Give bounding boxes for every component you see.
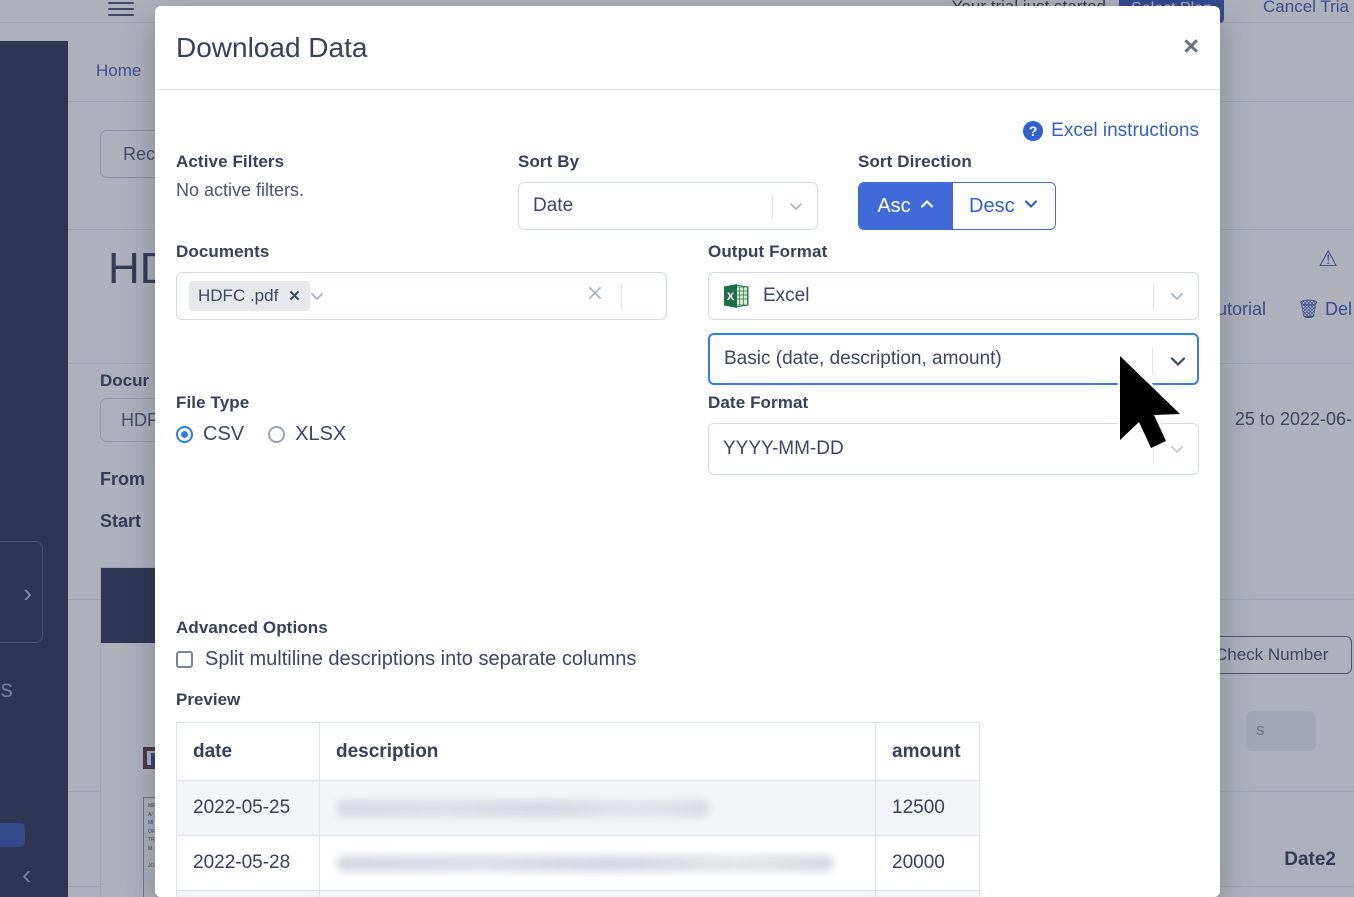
redacted-text: [336, 800, 710, 817]
cell-description: [320, 781, 876, 836]
sort-asc-button[interactable]: Asc: [859, 183, 953, 229]
column-header-amount: amount: [876, 723, 980, 781]
preview-table: date description amount 2022-05-25 12500: [176, 722, 980, 897]
documents-label: Documents: [176, 242, 667, 262]
cell-description: [320, 891, 876, 897]
active-filters-value: No active filters.: [176, 180, 496, 201]
documents-multiselect[interactable]: HDFC .pdf ✕: [176, 272, 667, 320]
document-chip-label: HDFC .pdf: [198, 286, 278, 306]
sort-desc-label: Desc: [969, 195, 1015, 218]
split-multiline-label: Split multiline descriptions into separa…: [205, 648, 636, 671]
cell-amount: 12500: [876, 781, 980, 836]
table-header-row: date description amount: [177, 723, 980, 781]
radio-csv[interactable]: [176, 426, 193, 443]
date-format-value: YYYY-MM-DD: [723, 438, 844, 460]
download-data-dialog: Download Data × ? Excel instructions Act…: [155, 6, 1220, 897]
split-multiline-checkbox[interactable]: [176, 651, 193, 668]
cell-amount: 20000: [876, 836, 980, 891]
svg-text:X: X: [727, 291, 735, 303]
active-filters-group: Active Filters No active filters.: [176, 152, 496, 201]
sort-by-label: Sort By: [518, 152, 818, 172]
remove-chip-icon[interactable]: ✕: [288, 287, 301, 305]
radio-csv-label: CSV: [203, 423, 244, 446]
sort-by-group: Sort By Date: [518, 152, 818, 230]
close-icon[interactable]: ×: [1183, 33, 1199, 60]
date-format-select[interactable]: YYYY-MM-DD: [708, 423, 1199, 475]
excel-instructions-label: Excel instructions: [1051, 120, 1199, 142]
chevron-up-icon: [919, 195, 935, 218]
sort-direction-group: Sort Direction Asc Desc: [858, 152, 1048, 230]
excel-instructions-link[interactable]: ? Excel instructions: [1023, 120, 1199, 142]
select-divider: [1153, 285, 1154, 309]
chevron-down-icon[interactable]: [310, 289, 324, 303]
select-divider: [621, 285, 622, 309]
split-multiline-row[interactable]: Split multiline descriptions into separa…: [176, 648, 1199, 671]
column-header-date: date: [177, 723, 320, 781]
sort-asc-label: Asc: [877, 195, 910, 218]
table-row: 2022-05-25 12500: [177, 781, 980, 836]
table-row: 2022-05-28 -50000: [177, 891, 980, 897]
table-row: 2022-05-28 20000: [177, 836, 980, 891]
output-template-value: Basic (date, description, amount): [724, 348, 1002, 370]
output-format-group: Output Format: [708, 242, 1199, 385]
cell-description: [320, 836, 876, 891]
column-header-description: description: [320, 723, 876, 781]
document-chip[interactable]: HDFC .pdf ✕: [189, 281, 310, 311]
output-template-select[interactable]: Basic (date, description, amount): [708, 333, 1199, 385]
chevron-down-icon[interactable]: [1170, 289, 1184, 303]
output-format-label: Output Format: [708, 242, 1199, 262]
sort-by-value: Date: [533, 195, 573, 217]
cell-amount: -50000: [876, 891, 980, 897]
chevron-down-icon: [1023, 195, 1039, 218]
chevron-down-icon[interactable]: [1169, 352, 1183, 366]
documents-group: Documents HDFC .pdf ✕: [176, 242, 667, 320]
clear-all-icon[interactable]: [586, 284, 604, 308]
preview-label: Preview: [176, 690, 1199, 710]
advanced-options-group: Advanced Options Split multiline descrip…: [176, 618, 1199, 671]
radio-xlsx[interactable]: [268, 426, 285, 443]
dialog-title: Download Data: [176, 32, 367, 64]
file-type-label: File Type: [176, 393, 576, 413]
cell-date: 2022-05-28: [177, 836, 320, 891]
file-type-radios: CSV XLSX: [176, 423, 576, 446]
chevron-down-icon[interactable]: [789, 199, 803, 213]
chevron-down-icon[interactable]: [1170, 442, 1184, 456]
output-format-select[interactable]: X Excel: [708, 272, 1199, 320]
active-filters-label: Active Filters: [176, 152, 496, 172]
select-divider: [772, 195, 773, 219]
date-format-label: Date Format: [708, 393, 1199, 413]
select-divider: [1152, 348, 1153, 374]
radio-xlsx-label: XLSX: [295, 423, 346, 446]
file-type-group: File Type CSV XLSX: [176, 393, 576, 446]
sort-by-select[interactable]: Date: [518, 182, 818, 230]
dialog-header: Download Data ×: [155, 6, 1220, 90]
select-divider: [1153, 437, 1154, 463]
cell-date: 2022-05-25: [177, 781, 320, 836]
sort-direction-toggle: Asc Desc: [858, 182, 1056, 230]
sort-desc-button[interactable]: Desc: [953, 183, 1055, 229]
output-format-value: Excel: [763, 285, 809, 307]
excel-file-icon: X: [723, 283, 750, 309]
preview-group: Preview date description amount 2022-05-…: [176, 690, 1199, 897]
screen: Your trial just started Select Plan Canc…: [0, 0, 1354, 897]
advanced-options-label: Advanced Options: [176, 618, 1199, 638]
redacted-text: [336, 855, 834, 872]
sort-direction-label: Sort Direction: [858, 152, 1048, 172]
question-mark-circle-icon: ?: [1023, 121, 1043, 141]
date-format-group: Date Format YYYY-MM-DD: [708, 393, 1199, 475]
cell-date: 2022-05-28: [177, 891, 320, 897]
